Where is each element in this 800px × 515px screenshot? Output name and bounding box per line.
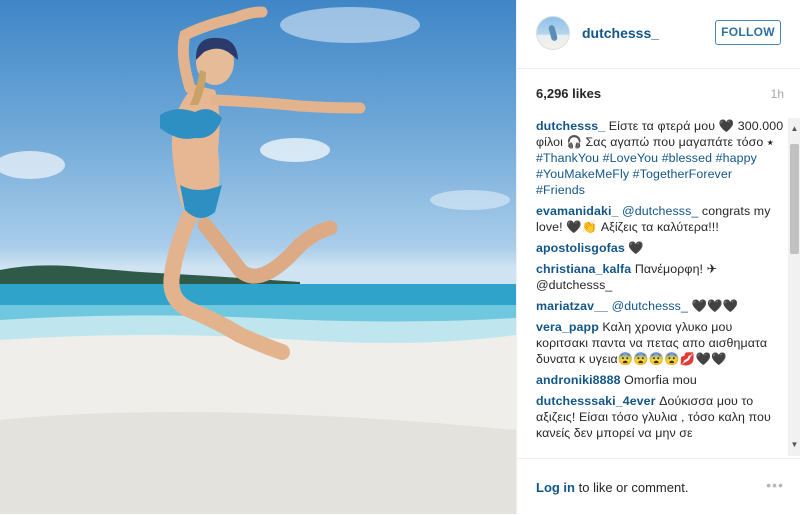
caption: dutchesss_ Είστε τα φτερά μου 🖤 300.000 … bbox=[536, 118, 784, 198]
comments-list: dutchesss_ Είστε τα φτερά μου 🖤 300.000 … bbox=[536, 118, 784, 456]
timestamp[interactable]: 1h bbox=[771, 87, 784, 101]
comment-username[interactable]: androniki8888 bbox=[536, 373, 621, 387]
avatar[interactable] bbox=[536, 16, 570, 50]
comment-text: 🖤 bbox=[624, 241, 644, 255]
comment-text: 🖤🖤🖤 bbox=[687, 299, 739, 313]
comment-item: dutchesssaki_4ever Δούκισσα μου το αξιζε… bbox=[536, 393, 784, 441]
comment-mention[interactable]: @dutchesss_ bbox=[608, 299, 688, 313]
comment-username[interactable]: evamanidaki_ bbox=[536, 204, 618, 218]
post-photo[interactable] bbox=[0, 0, 516, 514]
post-footer: Log in to like or comment. ••• bbox=[517, 458, 800, 515]
more-options-icon[interactable]: ••• bbox=[766, 477, 784, 493]
comment-item: apostolisgofas 🖤 bbox=[536, 240, 784, 256]
login-link[interactable]: Log in bbox=[536, 480, 575, 495]
comment-username[interactable]: vera_papp bbox=[536, 320, 599, 334]
beach-photo-illustration bbox=[0, 6, 516, 514]
comment-username[interactable]: dutchesssaki_4ever bbox=[536, 394, 656, 408]
follow-button[interactable]: FOLLOW bbox=[715, 20, 781, 45]
scroll-up-icon[interactable]: ▲ bbox=[788, 122, 800, 136]
post-side-panel: dutchesss_ FOLLOW 6,296 likes 1h dutches… bbox=[516, 0, 800, 514]
scroll-thumb[interactable] bbox=[790, 144, 799, 254]
comment-mention[interactable]: @dutchesss_ bbox=[618, 204, 698, 218]
likes-count: 6,296 likes bbox=[536, 86, 602, 101]
scroll-down-icon[interactable]: ▼ bbox=[788, 438, 800, 452]
comment-username[interactable]: apostolisgofas bbox=[536, 241, 625, 255]
post-header: dutchesss_ FOLLOW bbox=[517, 0, 800, 69]
username-link[interactable]: dutchesss_ bbox=[582, 25, 659, 41]
comment-item: vera_papp Καλη χρονια γλυκο μου κοριτσακ… bbox=[536, 319, 784, 367]
login-prompt: Log in to like or comment. bbox=[536, 480, 688, 495]
comment-item: christiana_kalfa Πανέμορφη! ✈@dutchesss_ bbox=[536, 261, 784, 293]
comment-username[interactable]: mariatzav__ bbox=[536, 299, 608, 313]
comments-scrollbar[interactable]: ▲ ▼ bbox=[788, 118, 800, 456]
comment-item: androniki8888 Omorfia mou bbox=[536, 372, 784, 388]
comment-item: mariatzav__ @dutchesss_ 🖤🖤🖤 bbox=[536, 298, 784, 314]
login-prompt-text: to like or comment. bbox=[575, 480, 689, 495]
caption-username[interactable]: dutchesss_ bbox=[536, 119, 605, 133]
comment-username[interactable]: christiana_kalfa bbox=[536, 262, 631, 276]
likes-row: 6,296 likes 1h bbox=[517, 68, 800, 116]
caption-hashtags[interactable]: #ThankYou #LoveYou #blessed #happy #YouM… bbox=[536, 151, 757, 197]
comment-item: evamanidaki_ @dutchesss_ congrats my lov… bbox=[536, 203, 784, 235]
comment-text: Omorfia mou bbox=[620, 373, 697, 387]
